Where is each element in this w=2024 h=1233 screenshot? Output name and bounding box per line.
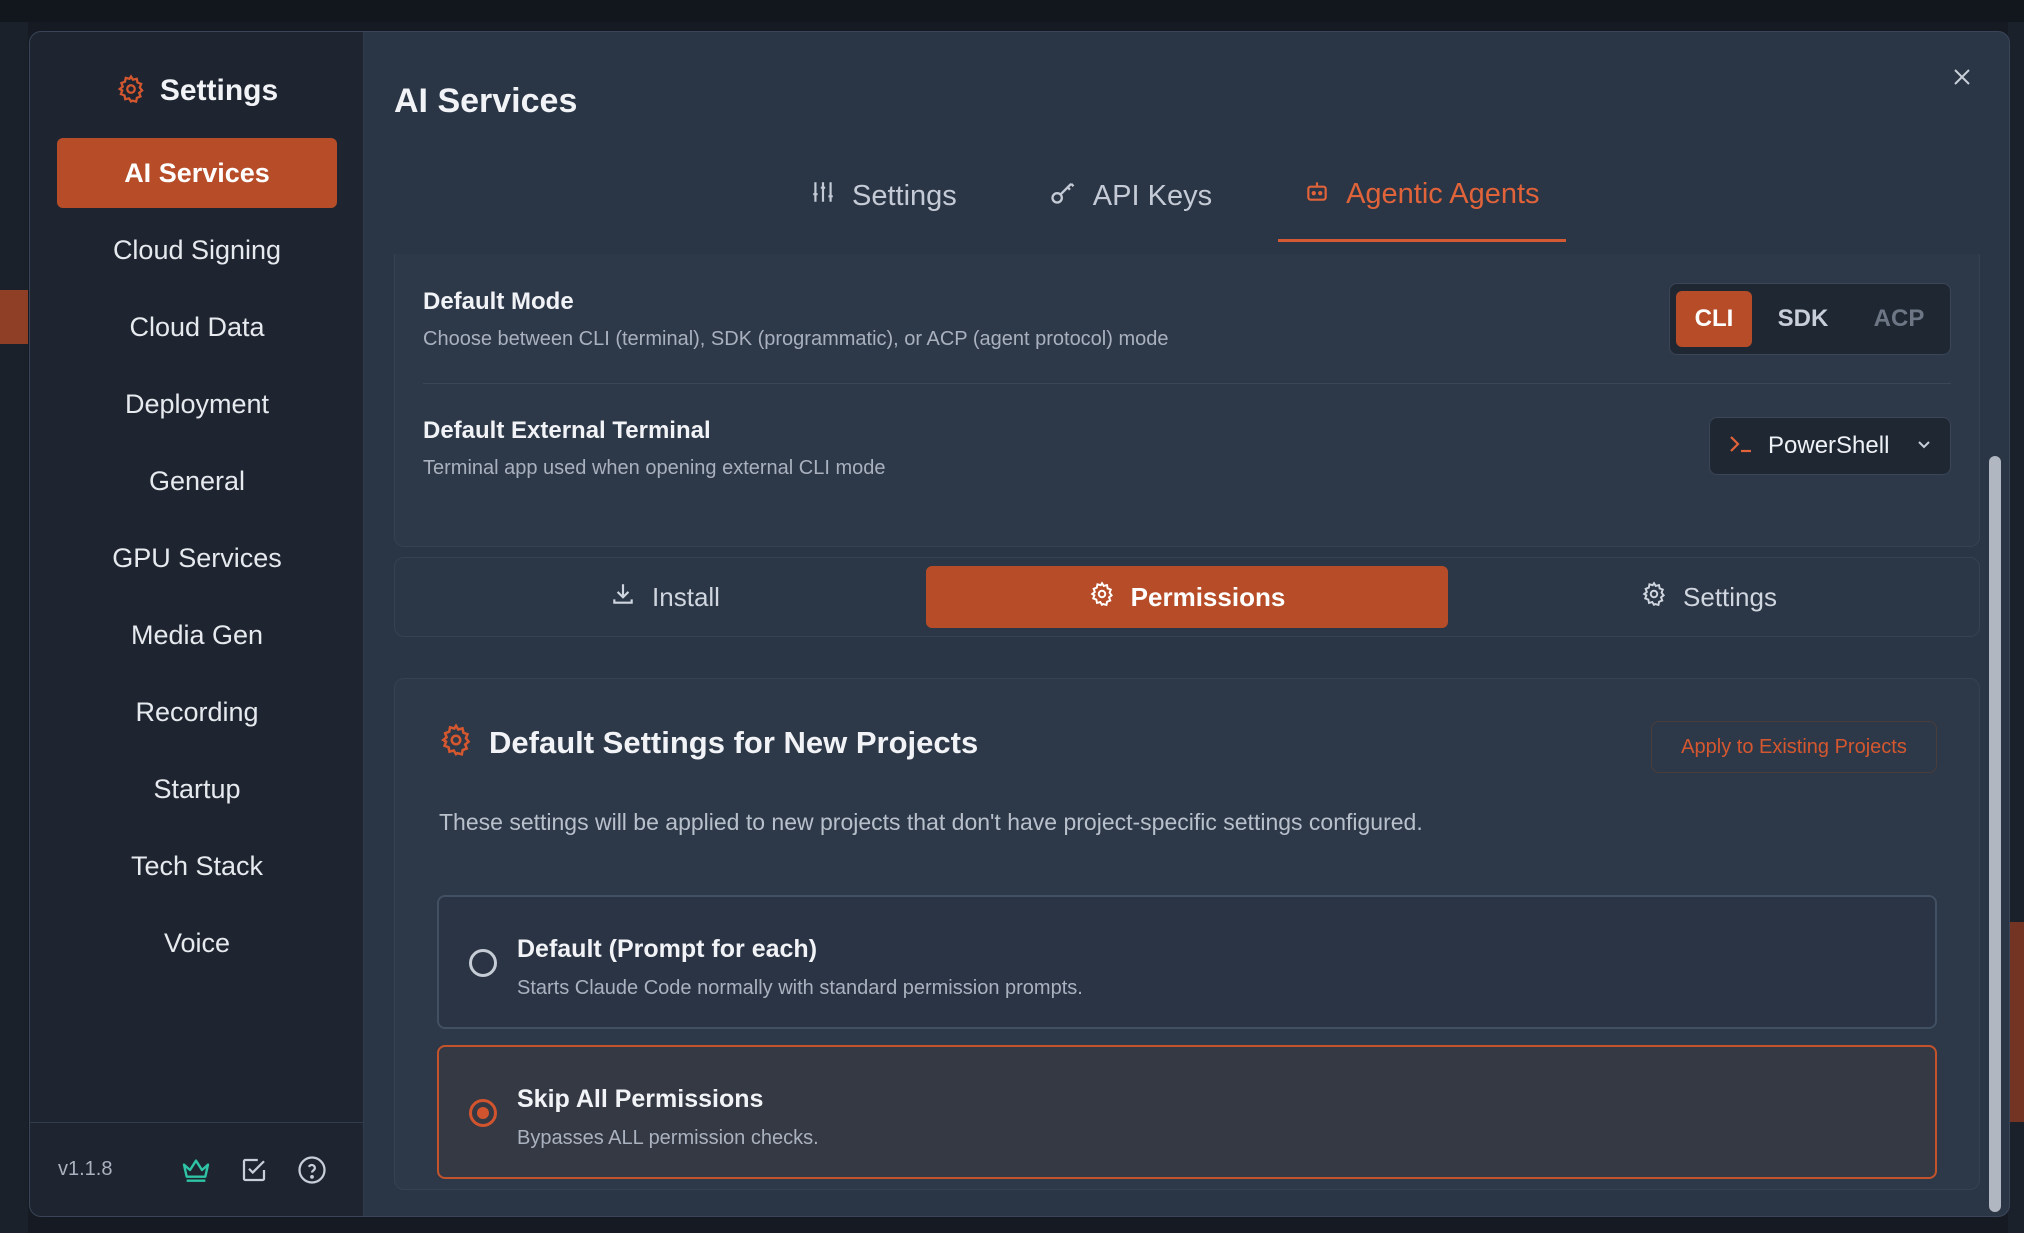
sidebar-nav: AI Services Cloud Signing Cloud Data Dep… — [57, 138, 337, 985]
radio-button[interactable] — [469, 1099, 497, 1127]
agent-subtabs: Install Permissions Settings — [394, 557, 1980, 637]
permissions-description: These settings will be applied to new pr… — [439, 809, 1423, 835]
mode-acp-button[interactable]: ACP — [1854, 291, 1944, 347]
terminal-select[interactable]: PowerShell — [1709, 417, 1951, 475]
sidebar-item-voice[interactable]: Voice — [57, 908, 337, 978]
sidebar-item-ai-services[interactable]: AI Services — [57, 138, 337, 208]
row-divider — [423, 383, 1951, 384]
tab-agentic-agents[interactable]: Agentic Agents — [1278, 150, 1566, 242]
tab-label: Agentic Agents — [1346, 178, 1540, 210]
sidebar-item-recording[interactable]: Recording — [57, 677, 337, 747]
sidebar-item-media-gen[interactable]: Media Gen — [57, 600, 337, 670]
background-topbar — [0, 0, 2024, 22]
sidebar-footer: v1.1.8 — [30, 1122, 364, 1216]
gear-icon — [1089, 580, 1115, 614]
close-icon — [1952, 67, 1972, 92]
settings-main: AI Services Settings API Keys Agentic Ag… — [364, 32, 2009, 1216]
subtab-label: Settings — [1683, 581, 1777, 612]
help-icon[interactable] — [292, 1150, 332, 1190]
checkbox-icon[interactable] — [234, 1150, 274, 1190]
mode-sdk-button[interactable]: SDK — [1756, 291, 1850, 347]
gear-icon — [1641, 580, 1667, 614]
background-left-panel — [0, 22, 28, 1233]
option-description: Starts Claude Code normally with standar… — [517, 977, 1083, 999]
terminal-icon — [1728, 433, 1754, 460]
radio-button[interactable] — [469, 949, 497, 977]
background-right-panel — [2008, 22, 2024, 1233]
settings-modal: Settings AI Services Cloud Signing Cloud… — [29, 31, 2010, 1217]
permission-option-default[interactable]: Default (Prompt for each) Starts Claude … — [437, 895, 1937, 1029]
subtab-label: Install — [652, 581, 720, 612]
mode-cli-button[interactable]: CLI — [1676, 291, 1752, 347]
chevron-down-icon — [1916, 436, 1932, 457]
mode-segmented-control: CLI SDK ACP — [1669, 283, 1951, 355]
main-tabs: Settings API Keys Agentic Agents — [784, 150, 1606, 242]
sidebar-item-tech-stack[interactable]: Tech Stack — [57, 831, 337, 901]
sidebar-item-cloud-signing[interactable]: Cloud Signing — [57, 215, 337, 285]
robot-icon — [1304, 178, 1330, 212]
sidebar-item-startup[interactable]: Startup — [57, 754, 337, 824]
crown-icon[interactable] — [176, 1150, 216, 1190]
terminal-select-value: PowerShell — [1768, 432, 1890, 459]
sidebar-title: Settings — [159, 74, 279, 107]
subtab-install[interactable]: Install — [404, 566, 926, 628]
settings-sidebar: Settings AI Services Cloud Signing Cloud… — [30, 32, 364, 1216]
sliders-icon — [810, 179, 836, 213]
option-title: Skip All Permissions — [517, 1085, 764, 1113]
page-title: AI Services — [394, 82, 578, 120]
close-button[interactable] — [1943, 60, 1981, 98]
sidebar-item-deployment[interactable]: Deployment — [57, 369, 337, 439]
tab-api-keys[interactable]: API Keys — [1023, 150, 1238, 242]
sidebar-item-general[interactable]: General — [57, 446, 337, 516]
scrollbar[interactable] — [1989, 456, 2001, 1212]
option-description: Bypasses ALL permission checks. — [517, 1127, 819, 1149]
agent-config-card: Default Mode Choose between CLI (termina… — [394, 254, 1980, 547]
permissions-header: Default Settings for New Projects — [439, 723, 978, 762]
apply-to-existing-button[interactable]: Apply to Existing Projects — [1651, 721, 1937, 773]
subtab-permissions[interactable]: Permissions — [926, 566, 1448, 628]
permissions-title: Default Settings for New Projects — [489, 724, 979, 760]
key-icon — [1049, 178, 1077, 214]
sidebar-item-cloud-data[interactable]: Cloud Data — [57, 292, 337, 362]
download-icon — [610, 581, 636, 614]
subtab-settings[interactable]: Settings — [1448, 566, 1970, 628]
gear-icon — [116, 73, 146, 109]
tab-label: API Keys — [1092, 179, 1213, 212]
tab-label: Settings — [852, 179, 957, 212]
background-accent — [0, 290, 28, 344]
option-title: Default (Prompt for each) — [517, 935, 818, 963]
background-accent — [2008, 922, 2024, 1122]
gear-icon — [439, 723, 473, 762]
sidebar-item-gpu-services[interactable]: GPU Services — [57, 523, 337, 593]
sidebar-header: Settings — [30, 66, 364, 116]
version-label: v1.1.8 — [58, 1158, 113, 1180]
permission-option-skip-all[interactable]: Skip All Permissions Bypasses ALL permis… — [437, 1045, 1937, 1179]
tab-settings[interactable]: Settings — [784, 150, 983, 242]
permissions-card: Default Settings for New Projects Apply … — [394, 678, 1980, 1190]
subtab-label: Permissions — [1130, 581, 1286, 612]
